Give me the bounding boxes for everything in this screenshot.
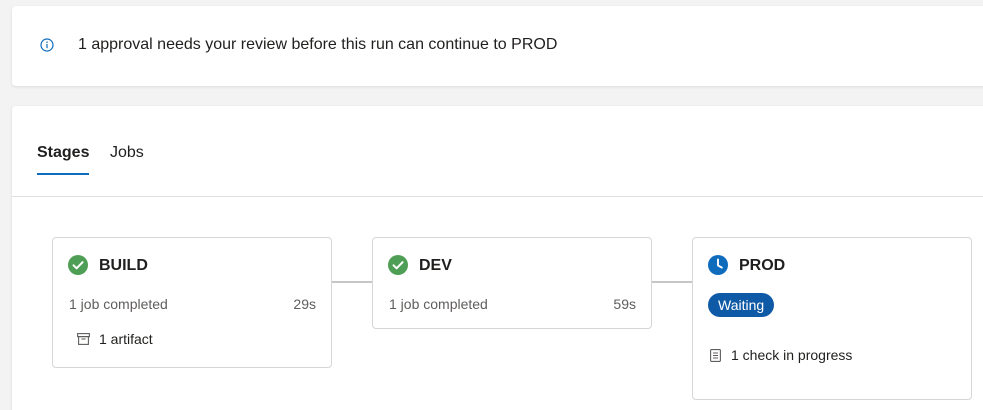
- tab-stages[interactable]: Stages: [37, 144, 89, 162]
- success-check-icon: [388, 255, 408, 275]
- approval-banner: 1 approval needs your review before this…: [12, 6, 983, 86]
- stage-name: PROD: [739, 257, 786, 274]
- artifact-box-icon: [77, 333, 90, 345]
- stage-name: BUILD: [99, 257, 148, 274]
- status-badge: Waiting: [708, 293, 775, 317]
- stages-panel: Stages Jobs BUILD 1 job completed 29s 1 …: [12, 106, 983, 410]
- stage-duration: 29s: [293, 296, 316, 312]
- artifact-label: 1 artifact: [99, 331, 153, 347]
- pipeline-run-view: 1 approval needs your review before this…: [0, 0, 983, 410]
- info-icon: [40, 38, 54, 52]
- stage-summary: 1 job completed: [389, 296, 488, 312]
- artifact-link[interactable]: 1 artifact: [77, 331, 153, 347]
- stage-name: DEV: [419, 257, 452, 274]
- stage-connector: [332, 281, 372, 283]
- tab-bar: Stages Jobs: [12, 106, 983, 197]
- stage-summary: 1 job completed: [69, 296, 168, 312]
- checklist-icon: [710, 348, 721, 362]
- stage-card-prod[interactable]: PROD Waiting 1 check in progress: [692, 237, 972, 400]
- tab-jobs[interactable]: Jobs: [110, 144, 144, 162]
- stage-duration: 59s: [613, 296, 636, 312]
- success-check-icon: [68, 255, 88, 275]
- stage-card-dev[interactable]: DEV 1 job completed 59s: [372, 237, 652, 329]
- stage-card-build[interactable]: BUILD 1 job completed 29s 1 artifact: [52, 237, 332, 368]
- banner-message: 1 approval needs your review before this…: [78, 36, 558, 53]
- check-label: 1 check in progress: [731, 347, 853, 363]
- checks-link[interactable]: 1 check in progress: [710, 347, 852, 363]
- tab-selected-indicator: [37, 173, 89, 175]
- stage-connector: [652, 281, 692, 283]
- clock-icon: [708, 255, 728, 275]
